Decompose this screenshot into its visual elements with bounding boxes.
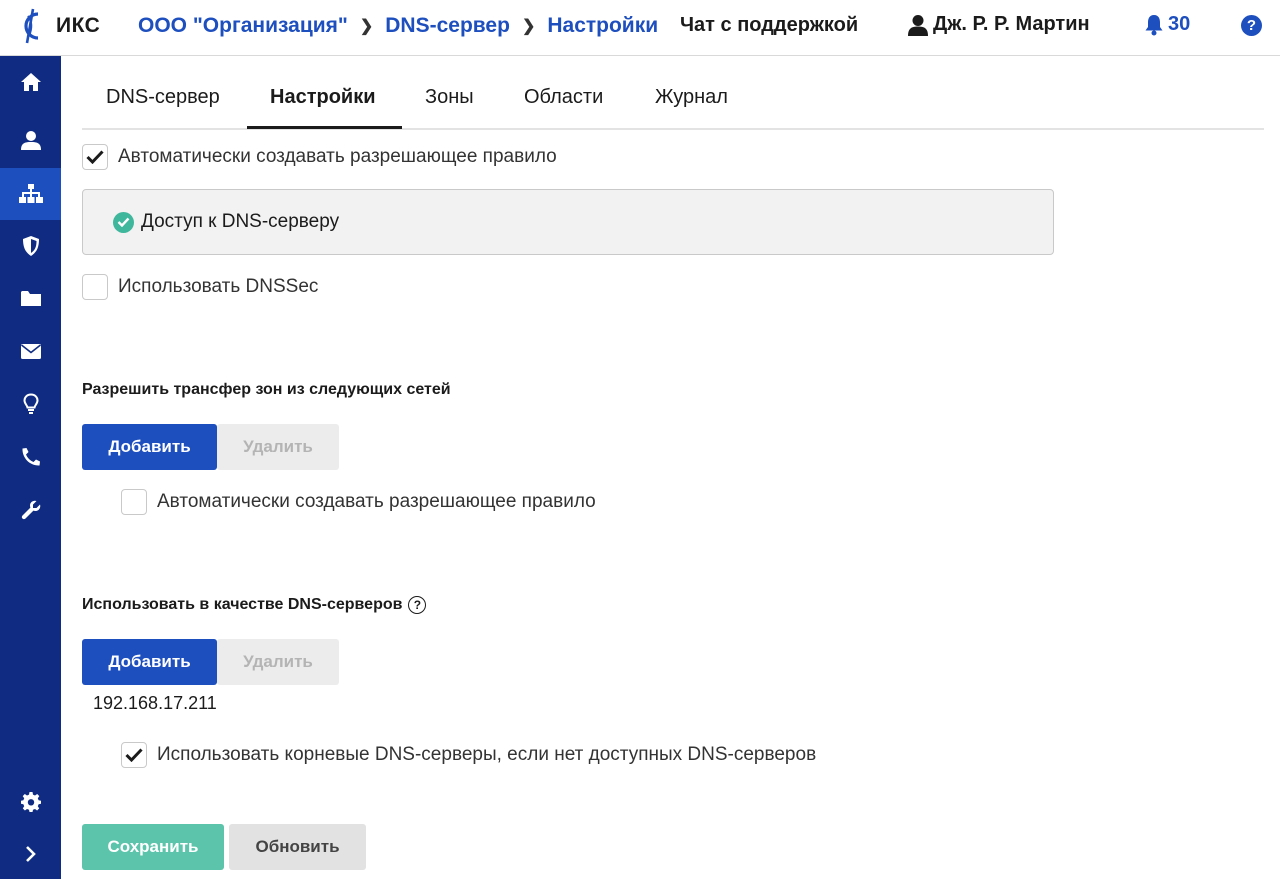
- notifications-button[interactable]: 30: [1144, 13, 1190, 36]
- sidebar-item-users[interactable]: [0, 114, 61, 166]
- zone-transfer-auto-rule-label: Автоматически создавать разрешающее прав…: [157, 491, 596, 512]
- sidebar-item-ideas[interactable]: [0, 378, 61, 430]
- refresh-button[interactable]: Обновить: [229, 824, 366, 870]
- checkbox-unchecked[interactable]: [121, 489, 147, 515]
- mail-icon: [20, 343, 41, 359]
- sidebar-item-network[interactable]: [0, 168, 61, 220]
- user-name: Дж. Р. Р. Мартин: [933, 13, 1090, 35]
- checkmark-icon: [86, 150, 104, 164]
- breadcrumb-settings[interactable]: Настройки: [547, 14, 658, 38]
- app-name: ИКС: [56, 14, 101, 37]
- sidebar: [0, 56, 61, 879]
- sidebar-item-mail[interactable]: [0, 325, 61, 377]
- help-icon[interactable]: ?: [1241, 15, 1262, 36]
- root-servers-label: Использовать корневые DNS-серверы, если …: [157, 744, 817, 765]
- breadcrumb-dns-server[interactable]: DNS-сервер: [385, 14, 510, 38]
- save-button[interactable]: Сохранить: [82, 824, 224, 870]
- user-menu[interactable]: Дж. Р. Р. Мартин: [907, 13, 1090, 36]
- sidebar-item-files[interactable]: [0, 272, 61, 324]
- tab-zones[interactable]: Зоны: [425, 86, 474, 109]
- tab-settings[interactable]: Настройки: [270, 86, 376, 109]
- logo-icon[interactable]: [16, 8, 46, 44]
- zone-transfer-add-button[interactable]: Добавить: [82, 424, 217, 470]
- tab-bar: DNS-сервер Настройки Зоны Области Журнал: [82, 76, 1264, 130]
- zone-transfer-remove-button[interactable]: Удалить: [217, 424, 339, 470]
- root-servers-checkbox[interactable]: Использовать корневые DNS-серверы, если …: [121, 742, 816, 768]
- network-icon: [18, 184, 43, 203]
- checkbox-unchecked[interactable]: [82, 274, 108, 300]
- home-icon: [20, 73, 41, 91]
- checkbox-checked[interactable]: [82, 144, 108, 170]
- dnssec-label: Использовать DNSSec: [118, 276, 319, 297]
- sidebar-expand[interactable]: [0, 828, 61, 879]
- auto-rule-label: Автоматически создавать разрешающее прав…: [118, 146, 557, 167]
- sidebar-item-tools[interactable]: [0, 484, 61, 536]
- checkmark-icon: [125, 748, 143, 762]
- breadcrumb: ООО "Организация" ❯ DNS-сервер ❯ Настрой…: [138, 14, 658, 38]
- phone-icon: [21, 448, 40, 466]
- dns-servers-remove-button[interactable]: Удалить: [217, 639, 339, 685]
- dnssec-checkbox[interactable]: Использовать DNSSec: [82, 274, 318, 300]
- breadcrumb-organization[interactable]: ООО "Организация": [138, 14, 348, 38]
- user-icon: [20, 131, 41, 150]
- lightbulb-icon: [22, 393, 39, 414]
- notification-count: 30: [1168, 13, 1191, 35]
- user-icon: [908, 14, 928, 36]
- sidebar-item-settings[interactable]: [0, 776, 61, 828]
- active-tab-indicator: [247, 126, 402, 129]
- chevron-right-icon: [25, 846, 36, 862]
- rule-name[interactable]: Доступ к DNS-серверу: [141, 211, 339, 233]
- tab-dns-server[interactable]: DNS-сервер: [106, 86, 220, 109]
- sidebar-item-telephony[interactable]: [0, 431, 61, 483]
- dns-servers-title: Использовать в качестве DNS-серверов ?: [82, 596, 427, 614]
- checkbox-checked[interactable]: [121, 742, 147, 768]
- wrench-icon: [21, 500, 40, 520]
- breadcrumb-separator-icon: ❯: [359, 18, 374, 35]
- dns-server-item[interactable]: 192.168.17.211: [93, 693, 217, 714]
- zone-transfer-auto-rule-checkbox[interactable]: Автоматически создавать разрешающее прав…: [121, 489, 596, 515]
- zone-transfer-title: Разрешить трансфер зон из следующих сете…: [82, 381, 451, 398]
- tab-areas[interactable]: Области: [524, 86, 603, 109]
- check-circle-icon: [113, 211, 134, 233]
- sidebar-item-home[interactable]: [0, 56, 61, 108]
- tab-journal[interactable]: Журнал: [655, 86, 728, 109]
- top-bar: ИКС ООО "Организация" ❯ DNS-сервер ❯ Нас…: [0, 0, 1280, 56]
- help-icon[interactable]: ?: [408, 596, 427, 614]
- auto-rule-checkbox[interactable]: Автоматически создавать разрешающее прав…: [82, 144, 557, 170]
- support-chat-link[interactable]: Чат с поддержкой: [680, 14, 858, 37]
- dns-servers-add-button[interactable]: Добавить: [82, 639, 217, 685]
- sidebar-item-security[interactable]: [0, 220, 61, 272]
- shield-icon: [22, 236, 39, 256]
- dns-servers-title-text: Использовать в качестве DNS-серверов: [82, 596, 403, 613]
- gear-icon: [20, 792, 41, 812]
- folder-icon: [20, 291, 41, 306]
- rule-box: Доступ к DNS-серверу: [82, 189, 1054, 255]
- breadcrumb-separator-icon: ❯: [521, 18, 536, 35]
- bell-icon: [1145, 14, 1163, 35]
